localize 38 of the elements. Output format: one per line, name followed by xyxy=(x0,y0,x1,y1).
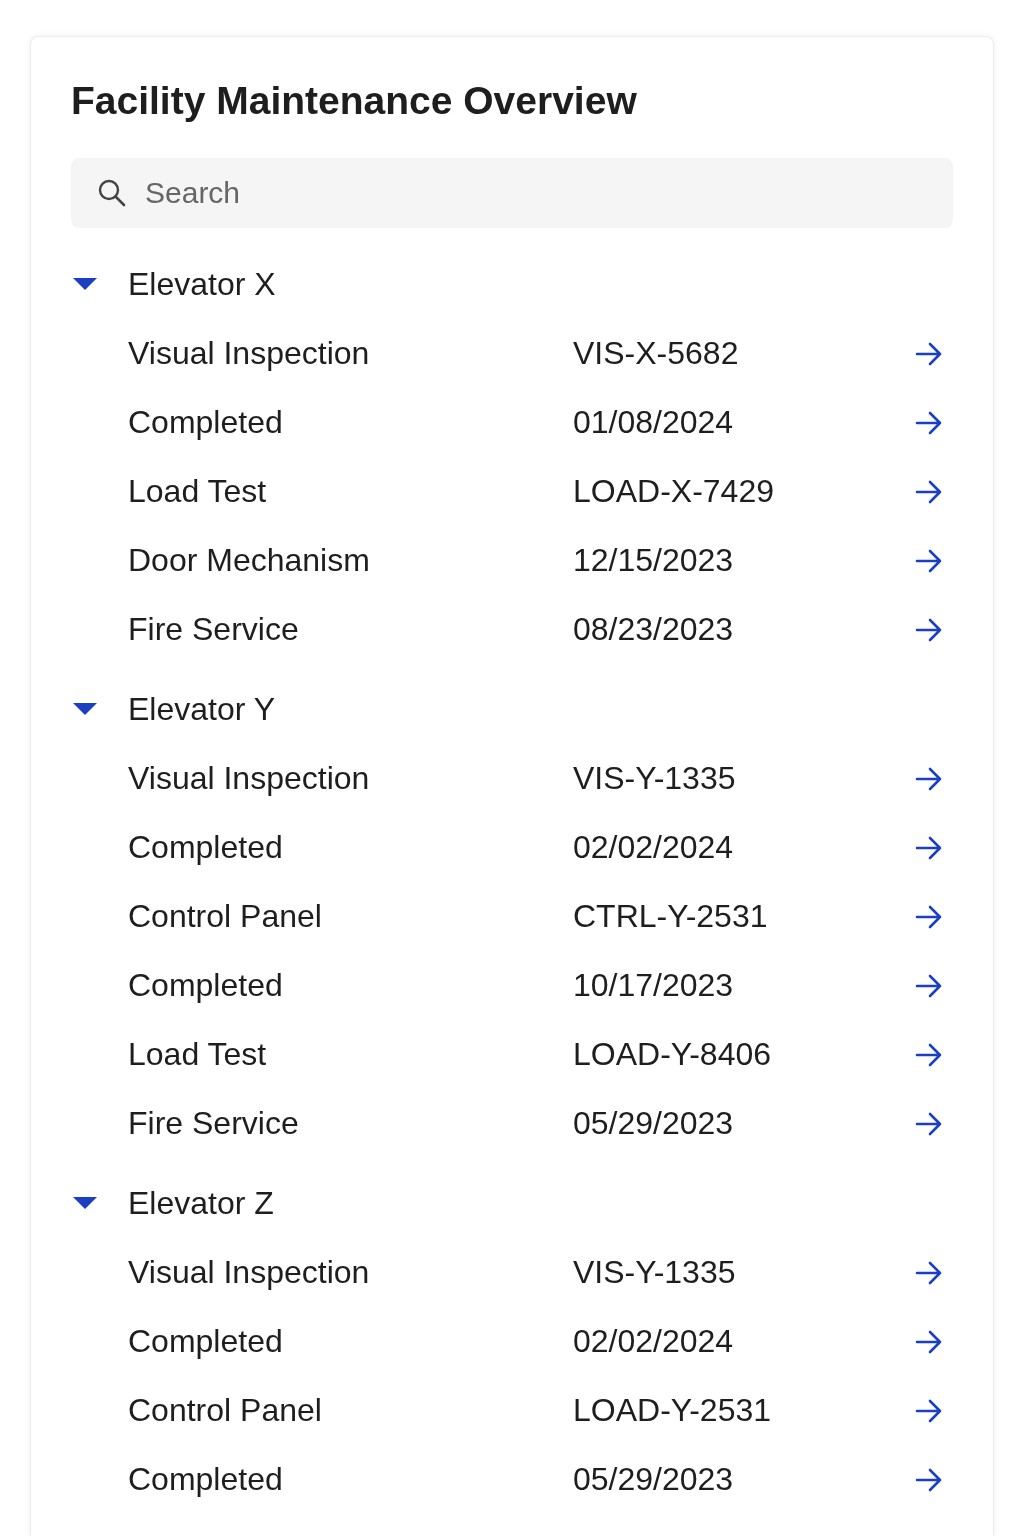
item-value: LOAD-Y-8406 xyxy=(573,1036,773,1073)
item-name: Completed xyxy=(128,967,284,1004)
item-value: 08/23/2023 xyxy=(573,611,735,648)
item-value: 05/29/2023 xyxy=(573,1461,735,1498)
group-label[interactable]: Elevator X xyxy=(128,265,276,303)
item-value: CTRL-Y-2531 xyxy=(573,898,769,935)
search-field[interactable]: Search xyxy=(71,158,953,228)
item-name: Visual Inspection xyxy=(128,760,371,797)
item-name: Completed xyxy=(128,404,284,441)
item-name: Door Mechanism xyxy=(128,542,371,579)
item-name: Load Test xyxy=(128,1036,268,1073)
item-name: Load Test xyxy=(128,473,268,510)
item-name: Completed xyxy=(128,1323,284,1360)
item-name: Completed xyxy=(128,1461,284,1498)
item-name: Visual Inspection xyxy=(128,335,371,372)
group-label[interactable]: Elevator Y xyxy=(128,690,276,728)
item-name: Fire Service xyxy=(128,611,300,648)
item-name: Control Panel xyxy=(128,1392,323,1429)
item-name: Control Panel xyxy=(128,898,323,935)
item-name: Fire Service xyxy=(128,1105,300,1142)
caret-icon[interactable] xyxy=(72,276,98,292)
item-value: 05/29/2023 xyxy=(573,1105,735,1142)
caret-icon[interactable] xyxy=(72,1195,98,1211)
group-label[interactable]: Elevator Z xyxy=(128,1184,274,1222)
item-value: VIS-Y-1335 xyxy=(573,1254,737,1291)
item-value: 02/02/2024 xyxy=(573,1323,735,1360)
item-name: Completed xyxy=(128,829,284,866)
item-value: 01/08/2024 xyxy=(573,404,735,441)
item-name: Visual Inspection xyxy=(128,1254,371,1291)
item-value: 12/15/2023 xyxy=(573,542,735,579)
page-title: Facility Maintenance Overview xyxy=(71,78,638,124)
item-value: VIS-Y-1335 xyxy=(573,760,737,797)
item-value: 02/02/2024 xyxy=(573,829,735,866)
caret-icon[interactable] xyxy=(72,701,98,717)
item-value: 10/17/2023 xyxy=(573,967,735,1004)
item-value: LOAD-X-7429 xyxy=(573,473,775,510)
item-value: LOAD-Y-2531 xyxy=(573,1392,773,1429)
item-value: VIS-X-5682 xyxy=(573,335,740,372)
